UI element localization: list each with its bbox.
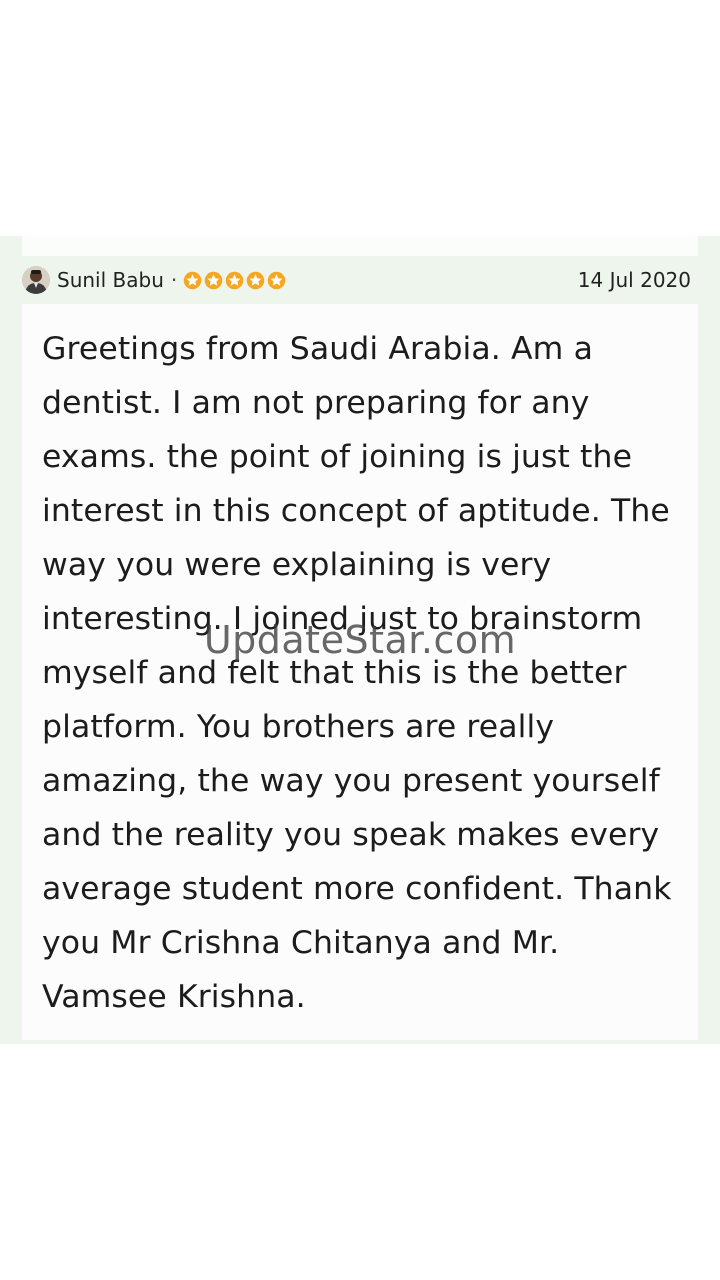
star-icon <box>246 271 265 289</box>
star-rating <box>183 271 286 290</box>
reviewer-photo-icon <box>22 266 50 294</box>
avatar[interactable] <box>22 266 50 294</box>
star-icon <box>204 271 223 289</box>
star-icon <box>225 271 244 289</box>
review-body: Greetings from Saudi Arabia. Am a dentis… <box>22 304 698 1040</box>
separator-dot: · <box>170 268 178 292</box>
star-icon <box>267 271 286 289</box>
screen: Sunil Babu · 14 Jul 2020 Greetings from … <box>0 0 720 1280</box>
reviewer-line: Sunil Babu · <box>57 266 286 294</box>
card-top-strip <box>22 236 698 256</box>
review-text: Greetings from Saudi Arabia. Am a dentis… <box>42 331 672 1015</box>
reviewer-name[interactable]: Sunil Babu <box>57 268 164 292</box>
star-icon <box>183 271 202 289</box>
review-date: 14 Jul 2020 <box>577 268 691 292</box>
